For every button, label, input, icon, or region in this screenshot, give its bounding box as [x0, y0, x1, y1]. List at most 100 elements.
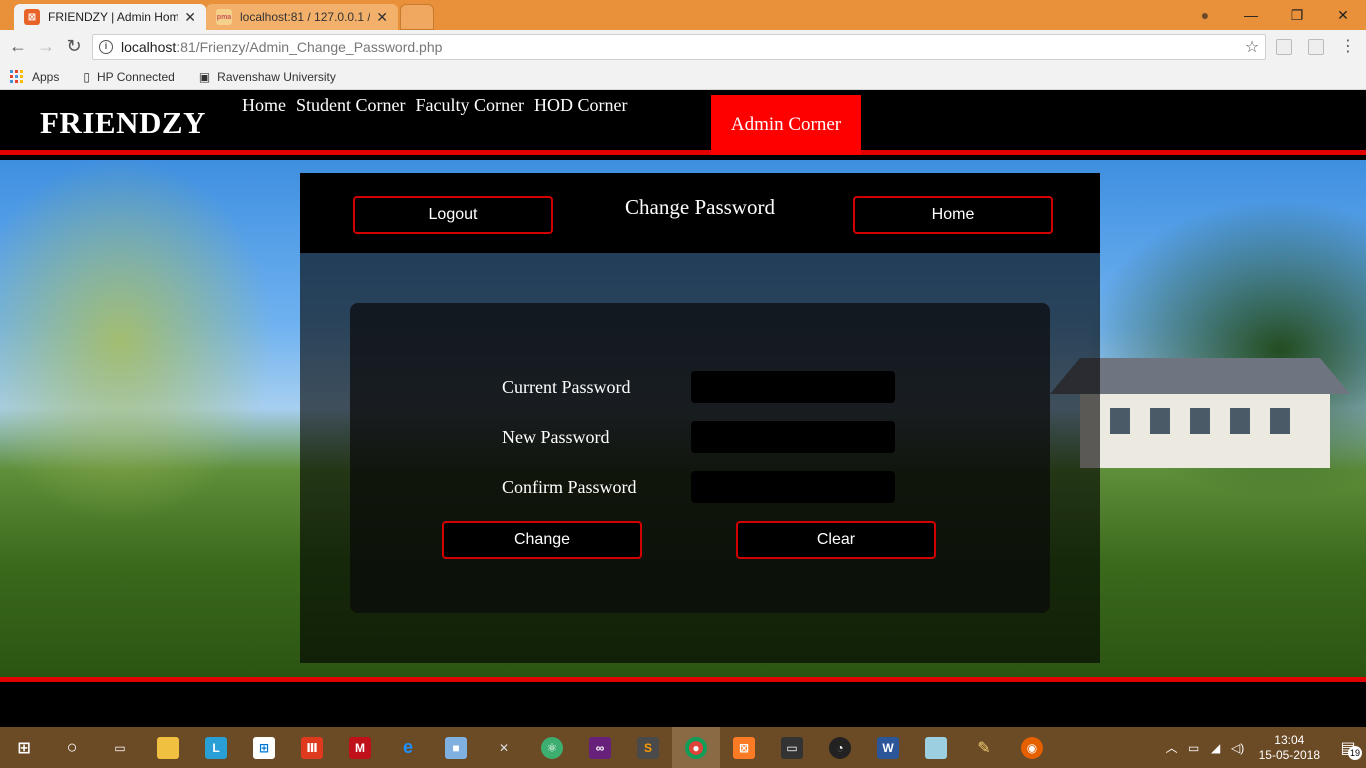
palette-icon: ✎	[977, 739, 991, 757]
profile-icon[interactable]: ●	[1182, 7, 1228, 23]
start-button[interactable]: ⊞	[0, 727, 48, 768]
cube-icon: ■	[445, 736, 467, 759]
taskbar-paint[interactable]: ✎	[960, 727, 1008, 768]
footer-divider	[0, 677, 1366, 682]
terminal-icon: ▭	[781, 736, 803, 759]
taskbar-notes[interactable]	[912, 727, 960, 768]
forward-arrow-icon[interactable]: →	[34, 36, 58, 57]
taskbar-visual-studio[interactable]: ∞	[576, 727, 624, 768]
taskbar-wpm[interactable]: ◔	[816, 727, 864, 768]
confirm-password-field[interactable]	[691, 471, 895, 503]
close-window-button[interactable]: ✕	[1320, 7, 1366, 24]
reload-icon[interactable]: ↻	[62, 36, 86, 57]
volume-icon[interactable]: ◁)	[1227, 741, 1249, 755]
nav-faculty-corner[interactable]: Faculty Corner	[416, 95, 524, 116]
nav-student-corner[interactable]: Student Corner	[296, 95, 406, 116]
taskbar-virtualbox[interactable]: ■	[432, 727, 480, 768]
taskbar-app-l[interactable]: L	[192, 727, 240, 768]
tab-label: FRIENDZY | Admin Home	[48, 10, 179, 24]
system-clock[interactable]: 13:04 15-05-2018	[1259, 733, 1320, 763]
bookmark-apps[interactable]: Apps	[10, 69, 59, 84]
bookmark-ravenshaw[interactable]: ▣ Ravenshaw University	[199, 70, 336, 84]
mcafee-icon: M	[349, 736, 371, 759]
windows-taskbar: ⊞ ○ ▭ L ⊞ Ⅲ M e ■ ✕ ⚛ ∞ S ● ⊠ ▭ ◔ W ✎ ◉ …	[0, 727, 1366, 768]
nav-hod-corner[interactable]: HOD Corner	[534, 95, 627, 116]
new-password-field[interactable]	[691, 421, 895, 453]
current-password-field[interactable]	[691, 371, 895, 403]
tools-icon: ✕	[498, 740, 510, 755]
back-arrow-icon[interactable]: ←	[6, 36, 30, 57]
info-icon[interactable]: i	[99, 40, 113, 54]
visual-studio-icon: ∞	[589, 736, 611, 759]
taskbar-red-app[interactable]: Ⅲ	[288, 727, 336, 768]
tab-phpmyadmin[interactable]: pma localhost:81 / 127.0.0.1 / ✕	[206, 4, 398, 30]
page-icon: ▯	[83, 69, 90, 84]
xampp-favicon-icon: ⊠	[24, 9, 40, 25]
taskbar-firefox[interactable]: ◉	[1008, 727, 1056, 768]
site-brand[interactable]: FRIENDZY	[40, 105, 206, 141]
windows-logo-icon: ⊞	[17, 739, 31, 757]
tab-admin-home[interactable]: ⊠ FRIENDZY | Admin Home ✕	[14, 4, 206, 30]
current-password-label: Current Password	[502, 376, 631, 397]
tab-close-icon[interactable]: ✕	[184, 9, 196, 26]
store-icon: ⊞	[253, 736, 275, 759]
phpmyadmin-favicon-icon: pma	[216, 9, 232, 25]
sublime-icon: S	[637, 736, 659, 759]
change-button[interactable]: Change	[442, 521, 642, 559]
browser-tabstrip: ⊠ FRIENDZY | Admin Home ✕ pma localhost:…	[0, 0, 1366, 30]
wifi-icon[interactable]: ◢	[1205, 741, 1227, 755]
chevron-up-icon[interactable]: ︿	[1161, 739, 1183, 756]
clock-date: 15-05-2018	[1258, 747, 1320, 762]
bookmark-star-icon[interactable]: ☆	[1239, 37, 1265, 57]
taskbar-atom[interactable]: ⚛	[528, 727, 576, 768]
taskbar-terminal[interactable]: ▭	[768, 727, 816, 768]
taskbar-store[interactable]: ⊞	[240, 727, 288, 768]
bookmark-hp-connected[interactable]: ▯ HP Connected	[83, 70, 174, 84]
nav-admin-corner[interactable]: Admin Corner	[711, 95, 861, 155]
current-password-row: Current Password	[502, 371, 895, 403]
action-center-button[interactable]: ▤ 19	[1330, 738, 1366, 760]
firefox-icon: ◉	[1021, 736, 1043, 759]
taskbar-edge[interactable]: e	[384, 727, 432, 768]
browser-menu-icon[interactable]: ⋮	[1340, 36, 1356, 56]
new-password-row: New Password	[502, 421, 895, 453]
task-view-button[interactable]: ▭	[96, 727, 144, 768]
taskbar-chrome[interactable]: ●	[672, 727, 720, 768]
notification-count: 19	[1348, 745, 1362, 760]
taskbar-file-explorer[interactable]	[144, 727, 192, 768]
change-password-panel: Logout Change Password Home Current Pass…	[300, 173, 1100, 663]
search-circle-icon: ○	[66, 737, 78, 757]
site-header: FRIENDZY Home Student Corner Faculty Cor…	[0, 91, 1366, 155]
xampp-icon: ⊠	[733, 736, 755, 759]
page-content: FRIENDZY Home Student Corner Faculty Cor…	[0, 91, 1366, 727]
new-password-label: New Password	[502, 426, 610, 447]
nav-home[interactable]: Home	[242, 95, 286, 116]
tab-close-icon[interactable]: ✕	[376, 9, 388, 26]
battery-icon[interactable]: ▭	[1183, 741, 1205, 755]
chrome-icon: ●	[685, 736, 707, 759]
taskbar-mcafee[interactable]: M	[336, 727, 384, 768]
atom-icon: ⚛	[541, 736, 563, 759]
search-button[interactable]: ○	[48, 727, 96, 768]
taskbar-word[interactable]: W	[864, 727, 912, 768]
word-icon: W	[877, 736, 899, 759]
taskbar-xampp[interactable]: ⊠	[720, 727, 768, 768]
system-tray: ︿ ▭ ◢ ◁) 13:04 15-05-2018 ▤ 19	[1161, 727, 1366, 768]
taskbar-tools[interactable]: ✕	[480, 727, 528, 768]
pdf-extension-icon[interactable]	[1308, 39, 1324, 55]
restore-button[interactable]: ❐	[1274, 7, 1320, 24]
taskbar-sublime[interactable]: S	[624, 727, 672, 768]
address-bar[interactable]: i localhost:81/Frienzy/Admin_Change_Pass…	[92, 34, 1266, 60]
url-text[interactable]: localhost:81/Frienzy/Admin_Change_Passwo…	[121, 39, 1239, 55]
home-button[interactable]: Home	[853, 196, 1053, 234]
extension-icon[interactable]	[1276, 39, 1292, 55]
task-view-icon: ▭	[114, 740, 126, 755]
minimize-button[interactable]: —	[1228, 7, 1274, 23]
confirm-password-row: Confirm Password	[502, 471, 895, 503]
change-password-form: Current Password New Password Confirm Pa…	[350, 303, 1050, 613]
notes-icon	[925, 736, 947, 759]
new-tab-button[interactable]	[400, 4, 434, 30]
clear-button[interactable]: Clear	[736, 521, 936, 559]
browser-toolbar: ← → ↻ i localhost:81/Frienzy/Admin_Chang…	[0, 30, 1366, 64]
confirm-password-label: Confirm Password	[502, 476, 637, 497]
